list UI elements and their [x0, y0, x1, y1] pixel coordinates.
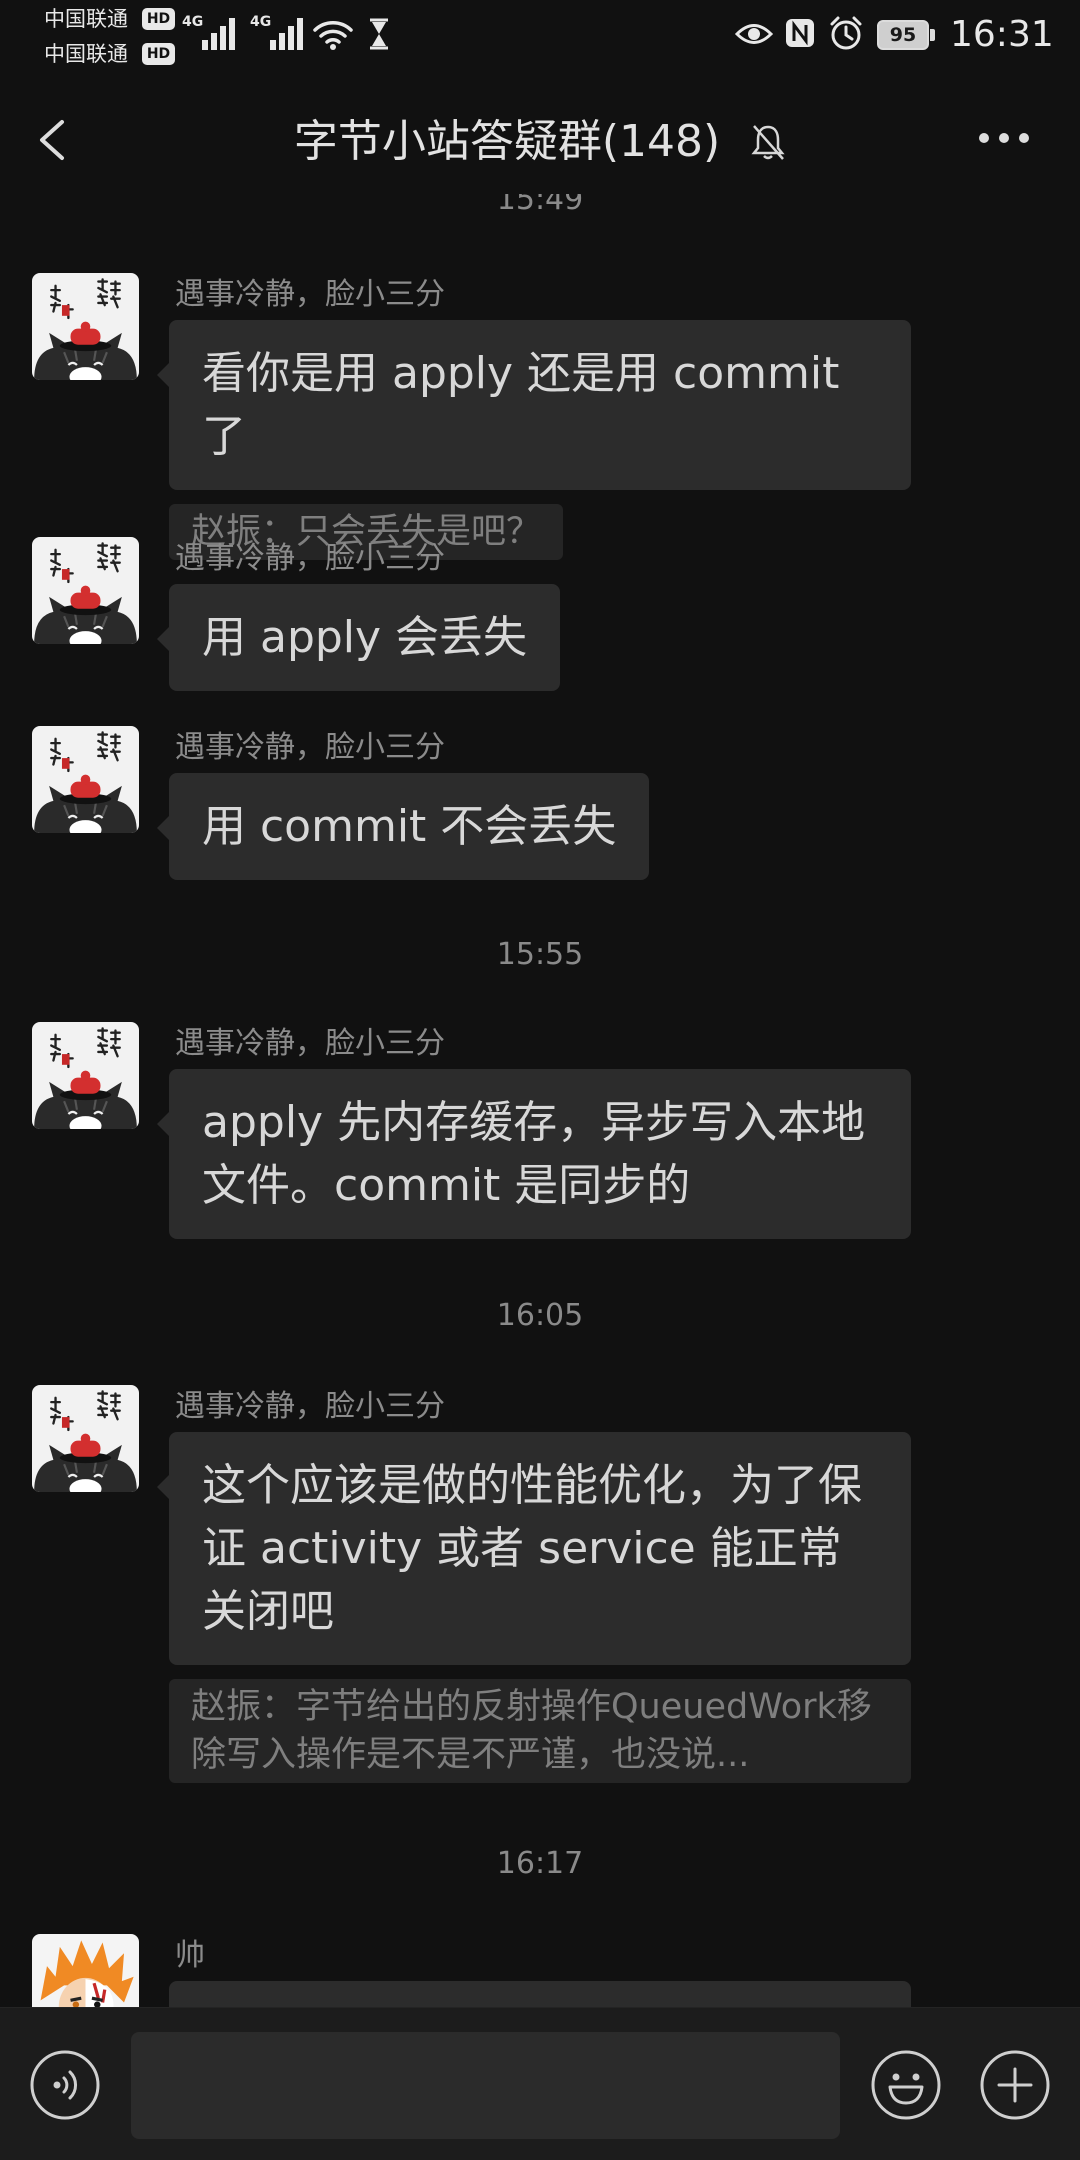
emoji-icon[interactable]	[870, 2049, 942, 2121]
bell-off-icon	[751, 125, 785, 160]
sender-name: 帅	[175, 1938, 205, 1973]
message-row: 遇事冷静，脸小三分 apply 先内存缓存，异步写入本地文件。commit 是同…	[0, 1022, 1080, 1239]
avatar[interactable]	[32, 726, 139, 833]
signal-icon	[202, 18, 235, 50]
quoted-reply[interactable]: 赵振：字节给出的反射操作QueuedWork移除写入操作是不是不严谨，也没说..…	[169, 1679, 911, 1783]
page-title[interactable]: 字节小站答疑群(148)	[294, 115, 720, 169]
title-group: 字节小站答疑群(148)	[0, 90, 1080, 194]
status-bar: 中国联通 HD 中国联通 HD 4G 4G 95 16:31	[0, 0, 1080, 90]
message-bubble[interactable]: apply 先内存缓存，异步写入本地文件。commit 是同步的	[157, 1069, 911, 1239]
message-bubble[interactable]: 看你是用 apply 还是用 commit 了	[157, 320, 911, 490]
timestamp: 15:55	[496, 937, 584, 972]
chat-header: 字节小站答疑群(148)	[0, 90, 1080, 194]
message-bubble[interactable]: 用 commit 不会丢失	[156, 773, 650, 880]
message-bubble[interactable]: 这个应该是做的性能优化，为了保证 activity 或者 service 能正常…	[157, 1432, 911, 1665]
message-row: 遇事冷静，脸小三分 用 commit 不会丢失	[0, 726, 1080, 880]
carrier-name: 中国联通	[44, 42, 128, 66]
avatar[interactable]	[32, 537, 139, 644]
nfc-icon	[786, 19, 814, 47]
input-bar	[0, 2007, 1080, 2160]
avatar[interactable]	[32, 1934, 139, 2007]
carrier-name: 中国联通	[44, 7, 128, 31]
sender-name: 遇事冷静，脸小三分	[175, 277, 445, 312]
alarm-icon	[830, 16, 862, 50]
wifi-icon	[313, 21, 353, 50]
sender-name: 遇事冷静，脸小三分	[175, 541, 445, 576]
battery-icon: 95	[877, 20, 929, 50]
battery-nub	[930, 29, 935, 41]
timestamp: 16:05	[496, 1298, 584, 1333]
signal-icon	[270, 18, 303, 50]
hd-badge: HD	[142, 43, 175, 65]
message-list[interactable]: 15:49 遇事冷静，脸小三分 看你是用 apply 还是用 commit 了 …	[0, 0, 1080, 2007]
sender-name: 遇事冷静，脸小三分	[175, 1389, 445, 1424]
message-row: 遇事冷静，脸小三分 用 apply 会丢失	[0, 537, 1080, 691]
message-input[interactable]	[131, 2032, 840, 2139]
message-content	[169, 1981, 911, 2007]
message-row: 帅	[0, 1934, 1080, 2007]
eye-comfort-icon	[735, 24, 773, 44]
message-bubble[interactable]: 用 apply 会丢失	[156, 584, 561, 691]
avatar[interactable]	[32, 1385, 139, 1492]
message-content: 用 commit 不会丢失	[156, 773, 911, 880]
avatar[interactable]	[32, 273, 139, 380]
message-content: 用 apply 会丢失	[156, 584, 911, 691]
message-row: 遇事冷静，脸小三分 看你是用 apply 还是用 commit 了 赵振：只会丢…	[0, 273, 1080, 560]
hourglass-icon	[370, 18, 388, 50]
message-bubble[interactable]	[169, 1981, 911, 2007]
avatar[interactable]	[32, 1022, 139, 1129]
voice-icon[interactable]	[29, 2049, 101, 2121]
sender-name: 遇事冷静，脸小三分	[175, 1026, 445, 1061]
message-content: 看你是用 apply 还是用 commit 了 赵振：只会丢失是吧？	[157, 320, 911, 560]
more-dots-icon[interactable]	[978, 130, 1030, 146]
sender-name: 遇事冷静，脸小三分	[175, 730, 445, 765]
timestamp: 16:17	[496, 1846, 584, 1881]
plus-icon[interactable]	[979, 2049, 1051, 2121]
message-content: 这个应该是做的性能优化，为了保证 activity 或者 service 能正常…	[157, 1432, 911, 1783]
message-content: apply 先内存缓存，异步写入本地文件。commit 是同步的	[157, 1069, 911, 1239]
status-time: 16:31	[950, 14, 1054, 55]
hd-badge: HD	[142, 8, 175, 30]
message-row: 遇事冷静，脸小三分 这个应该是做的性能优化，为了保证 activity 或者 s…	[0, 1385, 1080, 1783]
